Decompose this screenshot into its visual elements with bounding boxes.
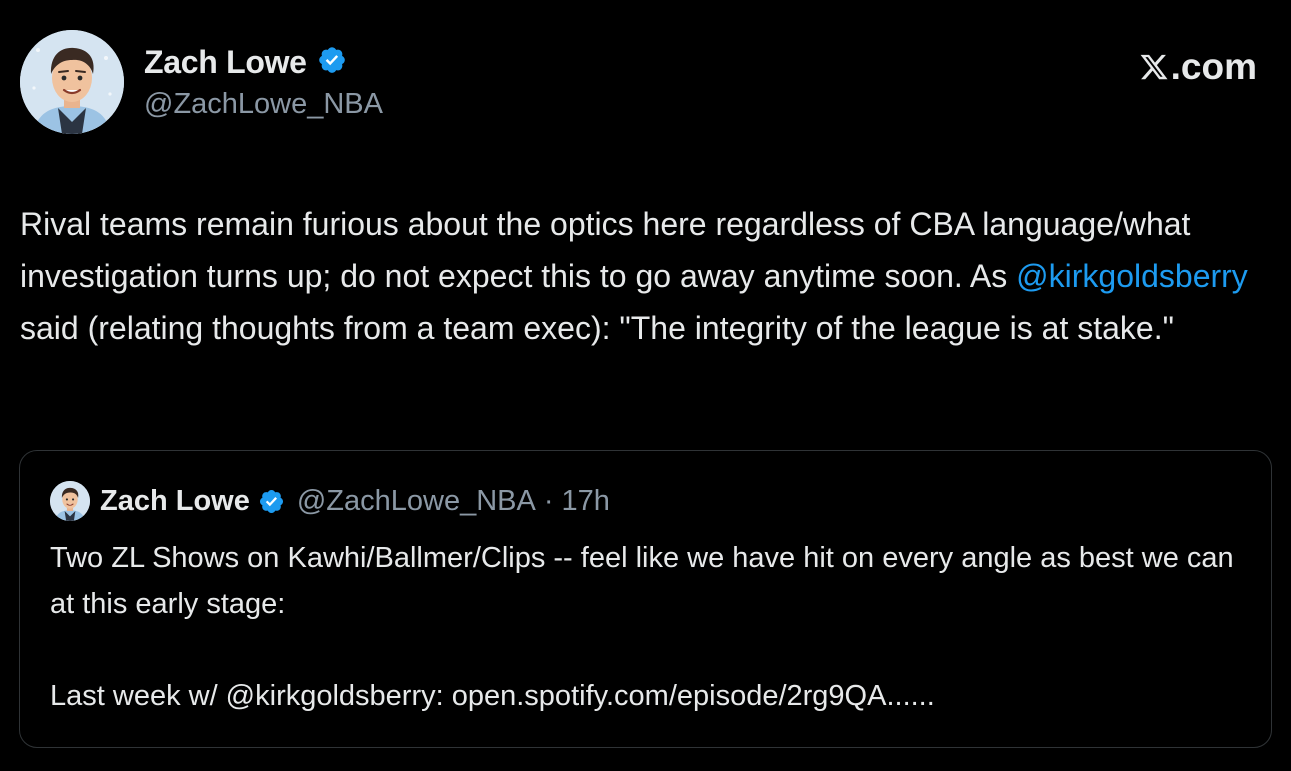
- quoted-avatar-illustration: [50, 481, 90, 521]
- author-display-name[interactable]: Zach Lowe: [144, 44, 307, 81]
- quoted-tweet-card[interactable]: Zach Lowe @ZachLowe_NBA · 17h Two ZL Sho…: [19, 450, 1272, 748]
- tweet-mention-link[interactable]: @kirkgoldsberry: [1016, 258, 1248, 294]
- quoted-author-avatar[interactable]: [50, 481, 90, 521]
- brand-wordmark: .com: [1139, 46, 1257, 88]
- author-avatar[interactable]: [20, 30, 124, 134]
- quoted-tweet-header: Zach Lowe @ZachLowe_NBA · 17h: [50, 481, 610, 521]
- tweet-text-part1: Rival teams remain furious about the opt…: [20, 206, 1191, 294]
- screenshot-page: Zach Lowe @ZachLowe_NBA .com Rival teams…: [0, 0, 1291, 771]
- avatar-illustration: [20, 30, 124, 134]
- quoted-timestamp[interactable]: 17h: [562, 485, 610, 518]
- quoted-text-line1: Two ZL Shows on Kawhi/Ballmer/Clips -- f…: [50, 542, 1234, 620]
- quoted-separator: ·: [543, 484, 554, 517]
- tweet-text-part2: said (relating thoughts from a team exec…: [20, 310, 1174, 346]
- author-handle[interactable]: @ZachLowe_NBA: [144, 88, 383, 121]
- verified-badge-icon: [317, 45, 347, 80]
- brand-label: .com: [1170, 46, 1257, 87]
- author-name-row: Zach Lowe: [144, 44, 347, 81]
- x-logo-icon: [1139, 52, 1169, 82]
- quoted-author-name[interactable]: Zach Lowe: [100, 485, 250, 518]
- quoted-verified-badge-icon: [258, 488, 285, 515]
- quoted-author-handle[interactable]: @ZachLowe_NBA: [297, 485, 536, 518]
- tweet-text: Rival teams remain furious about the opt…: [20, 198, 1270, 354]
- quoted-text-line3: Last week w/ @kirkgoldsberry: open.spoti…: [50, 680, 935, 712]
- quoted-text-blank-line: [50, 627, 1240, 673]
- quoted-tweet-text: Two ZL Shows on Kawhi/Ballmer/Clips -- f…: [50, 535, 1240, 719]
